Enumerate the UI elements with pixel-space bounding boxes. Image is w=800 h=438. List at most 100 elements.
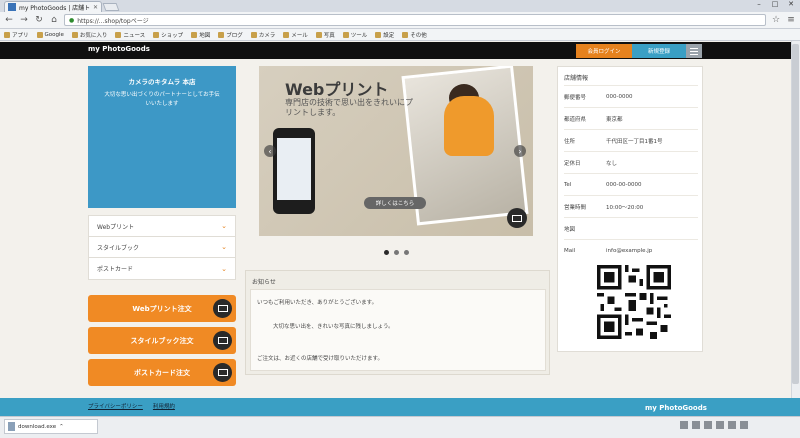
carousel-dot[interactable] [404, 250, 409, 255]
star-icon[interactable]: ☆ [771, 15, 781, 25]
lock-icon: ● [69, 16, 75, 24]
bookmark-icon [250, 31, 257, 38]
monitor-icon [213, 299, 232, 318]
bookmark-icon [153, 31, 160, 38]
bookmark-item[interactable]: 地図 [191, 31, 210, 39]
minimize-icon[interactable]: – [752, 0, 766, 8]
store-name: カメラのキタムラ 本店 [128, 78, 196, 86]
chevron-up-icon[interactable]: ⌃ [59, 424, 64, 430]
monitor-icon [213, 363, 232, 382]
forward-icon[interactable]: → [19, 15, 29, 25]
url-text: https://...shop/topページ [77, 17, 149, 25]
tray-icon[interactable] [728, 421, 736, 429]
bookmark-item[interactable]: カメラ [250, 31, 275, 39]
bookmark-item[interactable]: ニュース [115, 31, 145, 39]
bookmark-icon [342, 31, 349, 38]
stylebook-order-button[interactable]: スタイルブック注文 [88, 327, 236, 354]
bookmark-item[interactable]: 写真 [315, 31, 335, 39]
carousel-dot[interactable] [394, 250, 399, 255]
browser-tab-bar [0, 0, 800, 12]
footer-link-privacy[interactable]: プライバシーポリシー [88, 402, 143, 410]
bookmark-icon [36, 31, 43, 38]
site-logo[interactable]: my PhotoGoods [88, 45, 150, 53]
bookmark-item[interactable]: ショップ [153, 31, 183, 39]
left-nav: Webプリント ⌄ スタイルブック ⌄ ポストカード ⌄ [88, 215, 236, 280]
info-row: 営業時間 10:00〜20:00 [564, 195, 698, 217]
info-row[interactable]: 地図 [564, 217, 698, 239]
bookmark-item[interactable]: その他 [402, 31, 427, 39]
footer-link-terms[interactable]: 利用規約 [153, 402, 175, 410]
store-catchcopy: 大切な思い出づくりのパートナーとしてお手伝いいたします [104, 92, 220, 107]
news-title: お知らせ [252, 279, 276, 286]
download-filename: download.exe [18, 423, 57, 430]
new-tab-button[interactable] [102, 3, 120, 11]
store-info-title: 店舗情報 [564, 75, 589, 82]
close-tab-icon[interactable]: ✕ [93, 4, 98, 11]
nav-item-stylebook[interactable]: スタイルブック ⌄ [89, 237, 235, 258]
bookmark-item[interactable]: お気に入り [71, 31, 107, 39]
bookmark-icon [315, 31, 322, 38]
tray-icon[interactable] [692, 421, 700, 429]
smartphone-screen [277, 138, 311, 200]
chevron-down-icon: ⌄ [221, 222, 227, 230]
tray-icon[interactable] [704, 421, 712, 429]
browser-menu-icon[interactable]: ≡ [786, 15, 796, 25]
bookmark-item[interactable]: Google [36, 31, 64, 38]
webprint-order-button[interactable]: Webプリント注文 [88, 295, 236, 322]
bookmark-icon [115, 31, 122, 38]
chevron-down-icon: ⌄ [221, 264, 227, 273]
info-row: 都道府県 東京都 [564, 107, 698, 129]
hero-banner[interactable]: Webプリント 専門店の技術で思い出をきれいにプリントします。 詳しくはこちら [259, 66, 533, 236]
news-body: いつもご利用いただき、ありがとうございます。 大切な思い出を、きれいな写真に残し… [250, 289, 546, 371]
info-row: 定休日 なし [564, 151, 698, 173]
reload-icon[interactable]: ↻ [34, 15, 44, 25]
news-panel: お知らせ いつもご利用いただき、ありがとうございます。 大切な思い出を、きれいな… [245, 270, 550, 375]
tab-title: my PhotoGoods | 店舗トップ [19, 4, 90, 12]
news-line: ご注文は、お近くの店舗で受け取りいただけます。 [257, 356, 383, 362]
download-item[interactable]: download.exe ⌃ [4, 419, 98, 434]
bookmark-item[interactable]: ツール [342, 31, 367, 39]
back-icon[interactable]: ← [4, 15, 14, 25]
tray-icon[interactable] [716, 421, 724, 429]
bookmark-item[interactable]: 設定 [375, 31, 394, 39]
carousel-prev-icon[interactable]: ‹ [264, 145, 276, 157]
bookmark-icon [402, 31, 409, 38]
info-row: 住所 千代田区一丁目1番1号 [564, 129, 698, 151]
carousel-next-icon[interactable]: › [514, 145, 526, 157]
nav-item-postcard[interactable]: ポストカード ⌄ [89, 258, 235, 279]
child-body-illustration [444, 96, 494, 156]
postcard-order-button[interactable]: ポストカード注文 [88, 359, 236, 386]
bookmark-item[interactable]: ブログ [218, 31, 243, 39]
browser-toolbar: ← → ↻ ⌂ ● https://...shop/topページ ☆ ≡ [0, 12, 800, 29]
info-row[interactable]: Mail info@example.jp [564, 239, 698, 261]
maximize-icon[interactable]: □ [768, 0, 782, 8]
banner-detail-button[interactable]: 詳しくはこちら [364, 197, 426, 209]
bookmark-icon [283, 31, 290, 38]
address-bar[interactable]: ● https://...shop/topページ [64, 14, 766, 26]
browser-tab[interactable]: my PhotoGoods | 店舗トップ ✕ [4, 1, 102, 12]
news-line: 大切な思い出を、きれいな写真に残しましょう。 [273, 324, 394, 330]
system-tray [680, 421, 748, 429]
monitor-icon [213, 331, 232, 350]
bookmark-item[interactable]: アプリ [4, 31, 29, 39]
monitor-icon [507, 208, 527, 228]
nav-item-webprint[interactable]: Webプリント ⌄ [89, 216, 235, 237]
banner-subtitle: 専門店の技術で思い出をきれいにプリントします。 [285, 98, 413, 117]
info-row: 郵便番号 000-0000 [564, 85, 698, 107]
chevron-down-icon: ⌄ [221, 243, 227, 251]
bookmark-item[interactable]: メール [283, 31, 308, 39]
login-button[interactable]: 会員ログイン [576, 44, 632, 58]
qr-code [597, 265, 671, 339]
home-icon[interactable]: ⌂ [49, 15, 59, 25]
close-window-icon[interactable]: ✕ [784, 0, 798, 8]
bookmarks-bar: アプリ Google お気に入り ニュース ショップ 地図 ブログ カメラ メー… [0, 29, 800, 41]
carousel-dot[interactable] [384, 250, 389, 255]
footer-logo: my PhotoGoods [645, 404, 707, 412]
window-controls: – □ ✕ [752, 0, 798, 8]
hamburger-menu-icon[interactable] [686, 44, 702, 58]
tray-icon[interactable] [740, 421, 748, 429]
scrollbar-thumb[interactable] [792, 44, 799, 384]
store-profile: カメラのキタムラ 本店 大切な思い出づくりのパートナーとしてお手伝いいたします [88, 66, 236, 208]
register-button[interactable]: 新規登録 [632, 44, 686, 58]
tray-icon[interactable] [680, 421, 688, 429]
